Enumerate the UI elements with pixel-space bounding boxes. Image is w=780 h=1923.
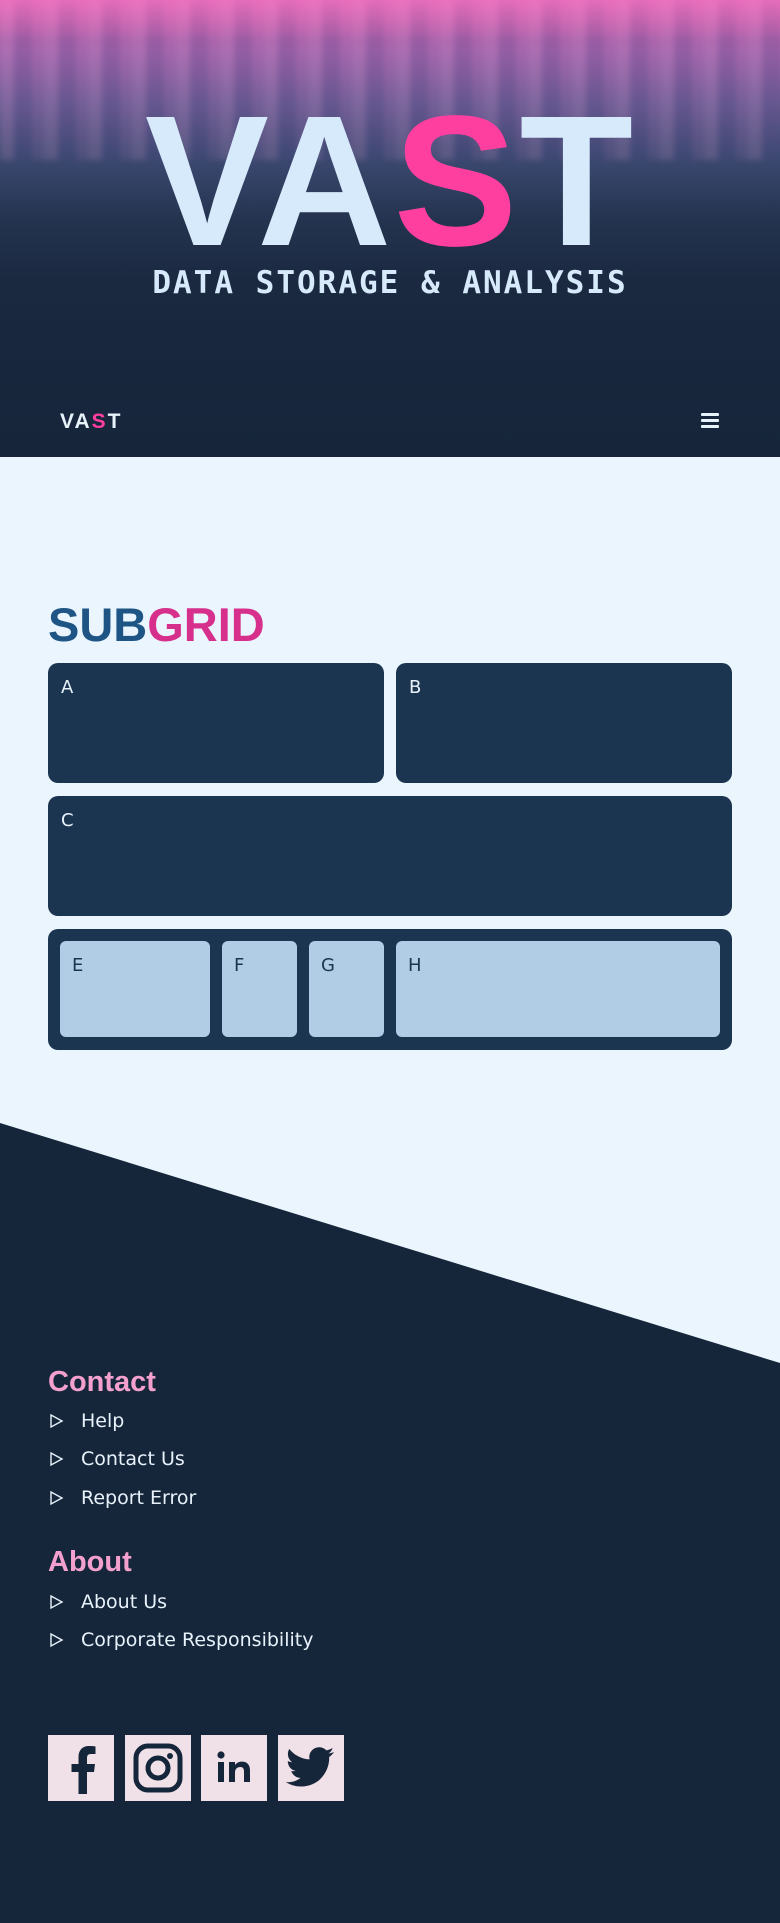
hero-title-part1: VA — [144, 78, 394, 285]
instagram-glyph — [133, 1743, 183, 1793]
footer-link-help[interactable]: Help — [48, 1408, 124, 1434]
subgrid-card-label: F — [234, 955, 245, 976]
subgrid-container: E F G H — [48, 929, 732, 1050]
footer-link-label: Corporate Responsibility — [81, 1629, 314, 1651]
footer-link-about-us[interactable]: About Us — [48, 1589, 167, 1615]
hero-tagline: DATA STORAGE & ANALYSIS — [152, 265, 628, 301]
subgrid-card-f: F — [222, 941, 297, 1037]
hero-title: VAST — [0, 89, 780, 275]
hero-banner: VAST DATA STORAGE & ANALYSIS VAST — [0, 0, 780, 457]
grid-card-b: B — [396, 663, 732, 783]
hero-glow — [0, 0, 780, 40]
nav-logo-part2: T — [107, 410, 123, 433]
grid-card-label: A — [61, 677, 74, 698]
hero-title-part2: T — [519, 78, 636, 285]
play-arrow-icon — [50, 1413, 64, 1429]
footer-link-contact-us[interactable]: Contact Us — [48, 1446, 185, 1472]
facebook-icon[interactable] — [48, 1735, 114, 1801]
instagram-icon[interactable] — [125, 1735, 191, 1801]
nav-logo-highlight: S — [91, 410, 108, 433]
subgrid-card-label: E — [72, 955, 84, 976]
about-heading: About — [48, 1546, 132, 1578]
play-arrow-icon — [50, 1490, 64, 1506]
subgrid-card-g: G — [309, 941, 384, 1037]
subgrid-card-label: G — [321, 955, 335, 976]
nav-logo[interactable]: VAST — [60, 410, 122, 434]
linkedin-icon[interactable] — [201, 1735, 267, 1801]
footer-link-label: About Us — [81, 1591, 168, 1613]
footer-link-label: Report Error — [81, 1487, 197, 1509]
hamburger-menu-icon[interactable] — [698, 410, 722, 434]
grid-card-label: B — [409, 677, 422, 698]
linkedin-glyph — [217, 1751, 250, 1782]
grid-card-label: C — [61, 810, 74, 831]
footer-link-label: Help — [81, 1410, 125, 1432]
footer-link-report-error[interactable]: Report Error — [48, 1485, 196, 1511]
twitter-glyph — [286, 1747, 334, 1787]
contact-heading: Contact — [48, 1366, 156, 1398]
subgrid-card-label: H — [408, 955, 422, 976]
section-title: SUBGRID — [48, 597, 265, 652]
footer-link-corporate-responsibility[interactable]: Corporate Responsibility — [48, 1627, 313, 1653]
footer-link-label: Contact Us — [81, 1448, 185, 1470]
footer-background — [0, 1123, 780, 1923]
play-arrow-icon — [50, 1594, 64, 1610]
section-title-part1: SUB — [48, 598, 148, 651]
subgrid-card-h: H — [396, 941, 720, 1037]
subgrid-card-e: E — [60, 941, 210, 1037]
nav-logo-part1: VA — [60, 410, 92, 433]
play-arrow-icon — [50, 1451, 64, 1467]
play-arrow-icon — [50, 1632, 64, 1648]
facebook-glyph — [71, 1746, 96, 1794]
hero-title-highlight: S — [393, 78, 520, 285]
twitter-icon[interactable] — [278, 1735, 344, 1801]
section-title-part2: GRID — [147, 598, 265, 651]
grid-card-a: A — [48, 663, 384, 783]
grid-card-c: C — [48, 796, 732, 916]
